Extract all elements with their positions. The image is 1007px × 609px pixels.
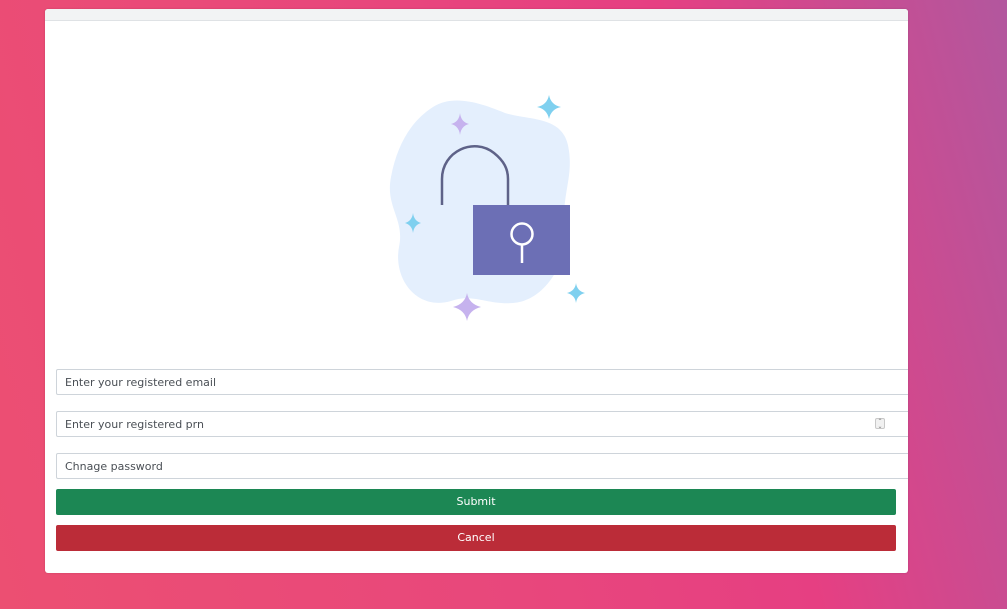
submit-button[interactable]: Submit [56,489,896,515]
sparkle-blue [537,95,561,119]
email-field[interactable] [56,369,908,395]
cancel-button[interactable]: Cancel [56,525,896,551]
change-password-field[interactable] [56,453,908,479]
prn-field[interactable] [56,411,908,437]
lock-body [473,205,570,275]
card-header [45,9,908,21]
number-spinner-icon[interactable]: ⌃ ⌄ [875,418,885,430]
sparkle-blue [567,283,585,303]
padlock-illustration-icon [389,95,585,321]
reset-password-card: ⌃⌄ Submit Cancel [45,9,908,573]
